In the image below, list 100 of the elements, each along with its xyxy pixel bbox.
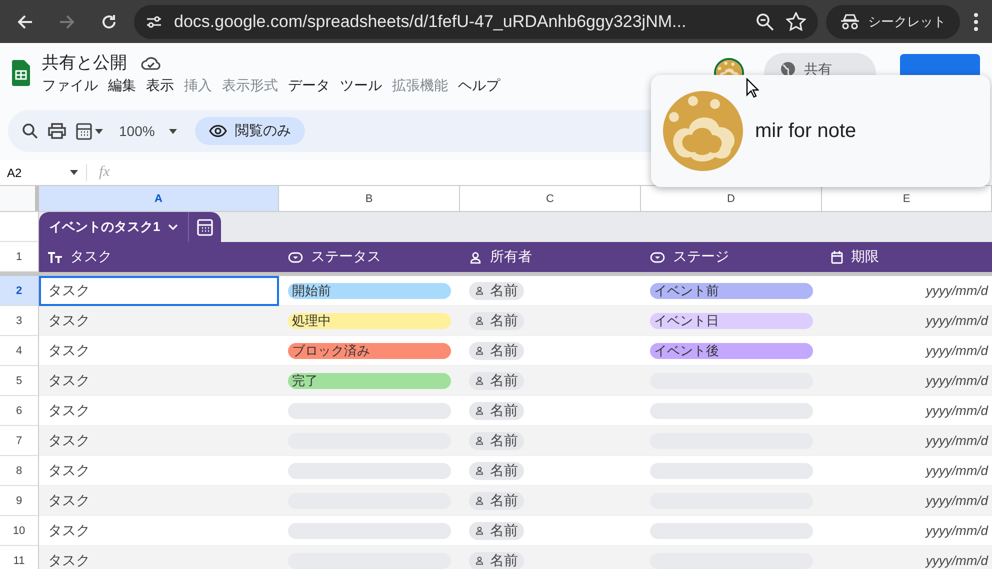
profile-name: mir for note (755, 120, 856, 142)
star-icon[interactable] (786, 12, 806, 31)
incognito-badge[interactable]: シークレット (826, 4, 960, 38)
person-icon (475, 436, 484, 445)
status-chip[interactable]: イベント前 (650, 282, 813, 298)
cursor-icon (746, 78, 759, 98)
header-label: タスク (70, 248, 112, 266)
cloud-check-icon[interactable] (141, 56, 161, 70)
row-number[interactable]: 5 (0, 366, 39, 396)
status-chip[interactable]: 処理中 (288, 312, 451, 328)
menu-item[interactable]: 表示 (146, 77, 174, 95)
person-icon (475, 346, 484, 355)
site-settings-icon[interactable] (146, 14, 162, 28)
more-icon[interactable] (974, 12, 978, 30)
table-cell: タスク (39, 276, 279, 306)
zoom-level[interactable]: 100% (119, 123, 155, 139)
chevron-icon[interactable] (168, 224, 178, 230)
row-number[interactable]: 1 (0, 242, 39, 272)
person-icon (475, 286, 484, 295)
status-chip[interactable]: イベント日 (650, 312, 813, 328)
status-chip[interactable]: イベント後 (650, 342, 813, 358)
menu-item[interactable]: 編集 (108, 77, 136, 95)
person-icon (475, 466, 484, 475)
table-header-cell[interactable]: ステータス (279, 242, 460, 272)
table-name-tab[interactable]: イベントのタスク1 (39, 212, 222, 242)
incognito-icon (840, 14, 860, 30)
row-number[interactable]: 3 (0, 306, 39, 336)
column-header[interactable]: A (39, 186, 279, 211)
cell-reference[interactable]: A2 (7, 166, 22, 180)
person-chip[interactable]: 名前 (469, 282, 524, 300)
person-icon (475, 556, 484, 565)
reload-icon[interactable] (101, 14, 117, 30)
address-bar[interactable]: docs.google.com/spreadsheets/d/1fefU-47_uRDAnhb6ggy323jNM... (134, 4, 818, 38)
person-chip[interactable]: 名前 (469, 552, 524, 569)
zoom-icon[interactable] (756, 12, 774, 30)
row-number[interactable]: 6 (0, 396, 39, 426)
row-number[interactable]: 10 (0, 516, 39, 546)
dropdown-chip-icon (650, 252, 665, 262)
caret-icon[interactable] (95, 128, 103, 134)
row-number[interactable]: 8 (0, 456, 39, 486)
header-label: 所有者 (490, 248, 532, 266)
avatar-icon (663, 91, 743, 171)
person-chip[interactable]: 名前 (469, 342, 524, 360)
table-cell: タスク (39, 366, 279, 396)
table-cell: タスク (39, 546, 279, 569)
dropdown-chip-icon (288, 252, 303, 262)
formula-label: fx (86, 164, 122, 181)
person-chip[interactable]: 名前 (469, 522, 524, 540)
url-text: docs.google.com/spreadsheets/d/1fefU-47_uRDAnhb6ggy323jNM... (174, 12, 688, 32)
person-chip[interactable]: 名前 (469, 402, 524, 420)
person-icon (469, 250, 482, 264)
status-chip[interactable]: 開始前 (288, 282, 451, 298)
table-cell: タスク (39, 426, 279, 456)
calendar-icon (831, 250, 843, 264)
person-icon (475, 316, 484, 325)
person-icon (475, 376, 484, 385)
person-chip[interactable]: 名前 (469, 312, 524, 330)
table-header-cell[interactable]: タスク (39, 242, 279, 272)
person-icon (475, 406, 484, 415)
row-number[interactable]: 9 (0, 486, 39, 516)
person-chip[interactable]: 名前 (469, 462, 524, 480)
menu-item[interactable]: ヘルプ (458, 77, 500, 95)
print-icon[interactable] (48, 123, 66, 139)
table-cell: yyyy/mm/d (822, 366, 992, 396)
sheets-logo-icon[interactable] (12, 60, 30, 86)
search-icon[interactable] (22, 123, 38, 139)
person-icon (475, 526, 484, 535)
eye-icon (208, 125, 227, 137)
person-icon (475, 496, 484, 505)
person-chip[interactable]: 名前 (469, 492, 524, 510)
table-cell: yyyy/mm/d (822, 486, 992, 516)
table-cell: タスク (39, 486, 279, 516)
menu-item[interactable]: ファイル (42, 77, 98, 95)
table-cell: yyyy/mm/d (822, 546, 992, 569)
menu-item[interactable]: ツール (340, 77, 382, 95)
table-cell: タスク (39, 306, 279, 336)
view-only-button[interactable]: 閲覧のみ (194, 117, 305, 145)
table-header-cell[interactable]: 期限 (822, 242, 992, 272)
forward-icon (59, 14, 75, 30)
menu-item[interactable]: データ (288, 77, 330, 95)
person-chip[interactable]: 名前 (469, 372, 524, 390)
back-icon[interactable] (17, 14, 33, 30)
row-number[interactable]: 7 (0, 426, 39, 456)
text-type-icon (48, 251, 62, 263)
table-header-cell[interactable]: ステージ (641, 242, 822, 272)
header-label: 期限 (851, 248, 879, 266)
caret-icon[interactable] (70, 170, 78, 175)
table-header-cell[interactable]: 所有者 (460, 242, 641, 272)
row-number[interactable]: 4 (0, 336, 39, 366)
status-chip[interactable]: ブロック済み (288, 342, 451, 358)
caret-icon[interactable] (168, 128, 177, 134)
header-label: ステータス (311, 248, 381, 266)
status-chip[interactable]: 完了 (288, 372, 451, 388)
row-number[interactable]: 2 (0, 276, 39, 306)
table-cell: yyyy/mm/d (822, 426, 992, 456)
header-label: ステージ (673, 248, 729, 266)
document-title[interactable]: 共有と公開 (42, 51, 127, 74)
table-cell: yyyy/mm/d (822, 306, 992, 336)
person-chip[interactable]: 名前 (469, 432, 524, 450)
calculator-icon[interactable] (76, 122, 92, 140)
